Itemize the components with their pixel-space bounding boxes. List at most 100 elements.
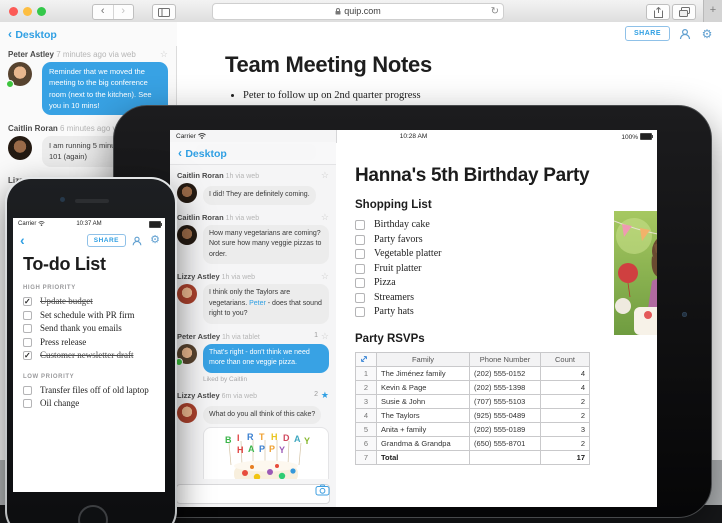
checklist-item[interactable]: Oil change (23, 398, 163, 412)
cell[interactable]: 3 (540, 421, 590, 437)
checklist-item[interactable]: Party hats (355, 306, 473, 321)
camera-icon[interactable] (315, 484, 331, 496)
checkbox[interactable] (23, 310, 32, 320)
checkbox[interactable] (23, 297, 32, 306)
checklist-item[interactable]: Send thank you emails (23, 323, 163, 337)
cell[interactable]: 4 (540, 379, 590, 395)
avatar[interactable] (6, 62, 32, 88)
bullet-item[interactable]: Peter to follow up on 2nd quarter progre… (243, 90, 722, 101)
share-button[interactable]: SHARE (86, 234, 126, 247)
table-corner-resize-icon[interactable] (355, 351, 377, 367)
tab-overview-button[interactable] (672, 4, 696, 20)
cell[interactable]: 2 (540, 407, 590, 423)
rsvp-heading[interactable]: Party RSVPs (355, 333, 657, 345)
column-header[interactable]: Count (540, 351, 590, 367)
checklist-item[interactable]: Transfer files off of old laptop (23, 385, 163, 399)
avatar[interactable] (8, 136, 32, 160)
column-header[interactable]: Phone Number (469, 351, 541, 367)
document-title[interactable]: Team Meeting Notes (225, 52, 722, 78)
star-icon[interactable] (321, 390, 329, 401)
checklist-item[interactable]: Party favors (355, 234, 473, 249)
desktop-back-link[interactable]: Desktop (170, 142, 336, 165)
back-button[interactable]: ‹ (93, 5, 113, 19)
checklist-item[interactable]: Customer newsletter draft (23, 350, 163, 364)
checklist-item[interactable]: Birthday cake (355, 219, 473, 234)
back-chevron[interactable] (20, 232, 25, 248)
cell[interactable]: (707) 555-5103 (469, 393, 541, 409)
document-title[interactable]: To-do List (23, 254, 159, 275)
checklist-item[interactable]: Update budget (23, 296, 163, 310)
cell[interactable]: Anita + family (376, 421, 470, 437)
star-icon[interactable] (321, 170, 329, 181)
message-list[interactable]: Caitlin Roran 1h via web I did! They are… (170, 164, 336, 479)
cell[interactable]: (202) 555-1398 (469, 379, 541, 395)
avatar[interactable] (177, 402, 197, 423)
zoom-window-button[interactable] (37, 7, 46, 16)
cell[interactable]: 17 (540, 449, 590, 465)
minimize-window-button[interactable] (23, 7, 32, 16)
avatar[interactable] (177, 284, 197, 304)
gear-icon[interactable]: ⚙ (149, 234, 161, 246)
document-area[interactable]: To-do List HIGH PRIORITY Update budget S… (23, 254, 159, 412)
star-icon[interactable] (321, 271, 329, 282)
checklist-item[interactable]: Press release (23, 337, 163, 351)
checkbox[interactable] (355, 220, 365, 230)
avatar[interactable] (177, 183, 197, 203)
message-author[interactable]: Caitlin Roran (177, 213, 224, 222)
close-window-button[interactable] (9, 7, 18, 16)
avatar[interactable] (175, 343, 197, 366)
desktop-back-link[interactable]: Desktop (0, 22, 177, 47)
message-author[interactable]: Lizzy Astley (177, 272, 220, 281)
home-button[interactable] (78, 505, 108, 523)
cell[interactable]: (925) 555-0489 (469, 407, 541, 423)
message-author[interactable]: Caitlin Roran (177, 171, 224, 180)
star-icon[interactable] (160, 49, 168, 60)
checklist-item[interactable]: Set schedule with PR firm (23, 310, 163, 324)
cell[interactable]: 2 (540, 393, 590, 409)
checkbox[interactable] (355, 292, 365, 303)
checkbox[interactable] (23, 351, 32, 360)
checkbox[interactable] (355, 249, 365, 259)
checkbox[interactable] (355, 307, 365, 317)
checkbox[interactable] (23, 337, 32, 347)
document-area[interactable]: Hanna's 5th Birthday Party Shopping List… (336, 143, 657, 507)
checkbox[interactable] (23, 324, 32, 333)
cell[interactable]: Total (376, 449, 470, 465)
checkbox[interactable] (355, 234, 365, 245)
checklist-item[interactable]: Vegetable platter (355, 248, 473, 263)
message-author[interactable]: Lizzy Astley (177, 391, 220, 400)
contacts-icon[interactable] (131, 235, 143, 247)
cell[interactable]: 4 (540, 365, 590, 381)
cell[interactable]: Grandma & Grandpa (376, 435, 470, 451)
cell[interactable]: The Taylors (376, 407, 470, 423)
cell[interactable]: (650) 555-8701 (469, 435, 541, 451)
mention-link[interactable]: Peter (249, 300, 266, 307)
message-author[interactable]: Caitlin Roran (8, 124, 58, 133)
star-icon[interactable] (321, 331, 329, 342)
shopping-list-heading[interactable]: Shopping List (355, 199, 657, 211)
reload-icon[interactable]: ↻ (491, 4, 499, 19)
birthday-cake-image[interactable]: BIRTHDAYHAPPY (203, 427, 329, 479)
cell[interactable]: 2 (540, 435, 590, 451)
checkbox[interactable] (355, 278, 365, 288)
url-bar[interactable]: quip.com ↻ (212, 3, 504, 20)
checklist-item[interactable]: Streamers (355, 292, 473, 307)
share-button[interactable]: SHARE (624, 26, 670, 41)
sidebar-toggle-button[interactable] (152, 4, 176, 20)
checklist-item[interactable]: Fruit platter (355, 263, 473, 278)
message-author[interactable]: Peter Astley (8, 50, 54, 59)
document-title[interactable]: Hanna's 5th Birthday Party (355, 165, 657, 187)
cell[interactable]: The Jiménez family (376, 365, 470, 381)
forward-button[interactable]: › (112, 5, 134, 19)
new-tab-button[interactable]: + (703, 0, 722, 22)
checklist-item[interactable]: Pizza (355, 277, 473, 292)
column-header[interactable]: Family (376, 351, 470, 367)
cell[interactable]: Kevin & Page (376, 379, 470, 395)
cell[interactable] (469, 449, 541, 465)
message-input[interactable] (176, 484, 330, 504)
cell[interactable]: Susie & John (376, 393, 470, 409)
checkbox[interactable] (355, 263, 365, 274)
gear-icon[interactable]: ⚙ (700, 27, 714, 41)
message-author[interactable]: Peter Astley (177, 332, 220, 341)
contacts-icon[interactable] (678, 27, 692, 41)
